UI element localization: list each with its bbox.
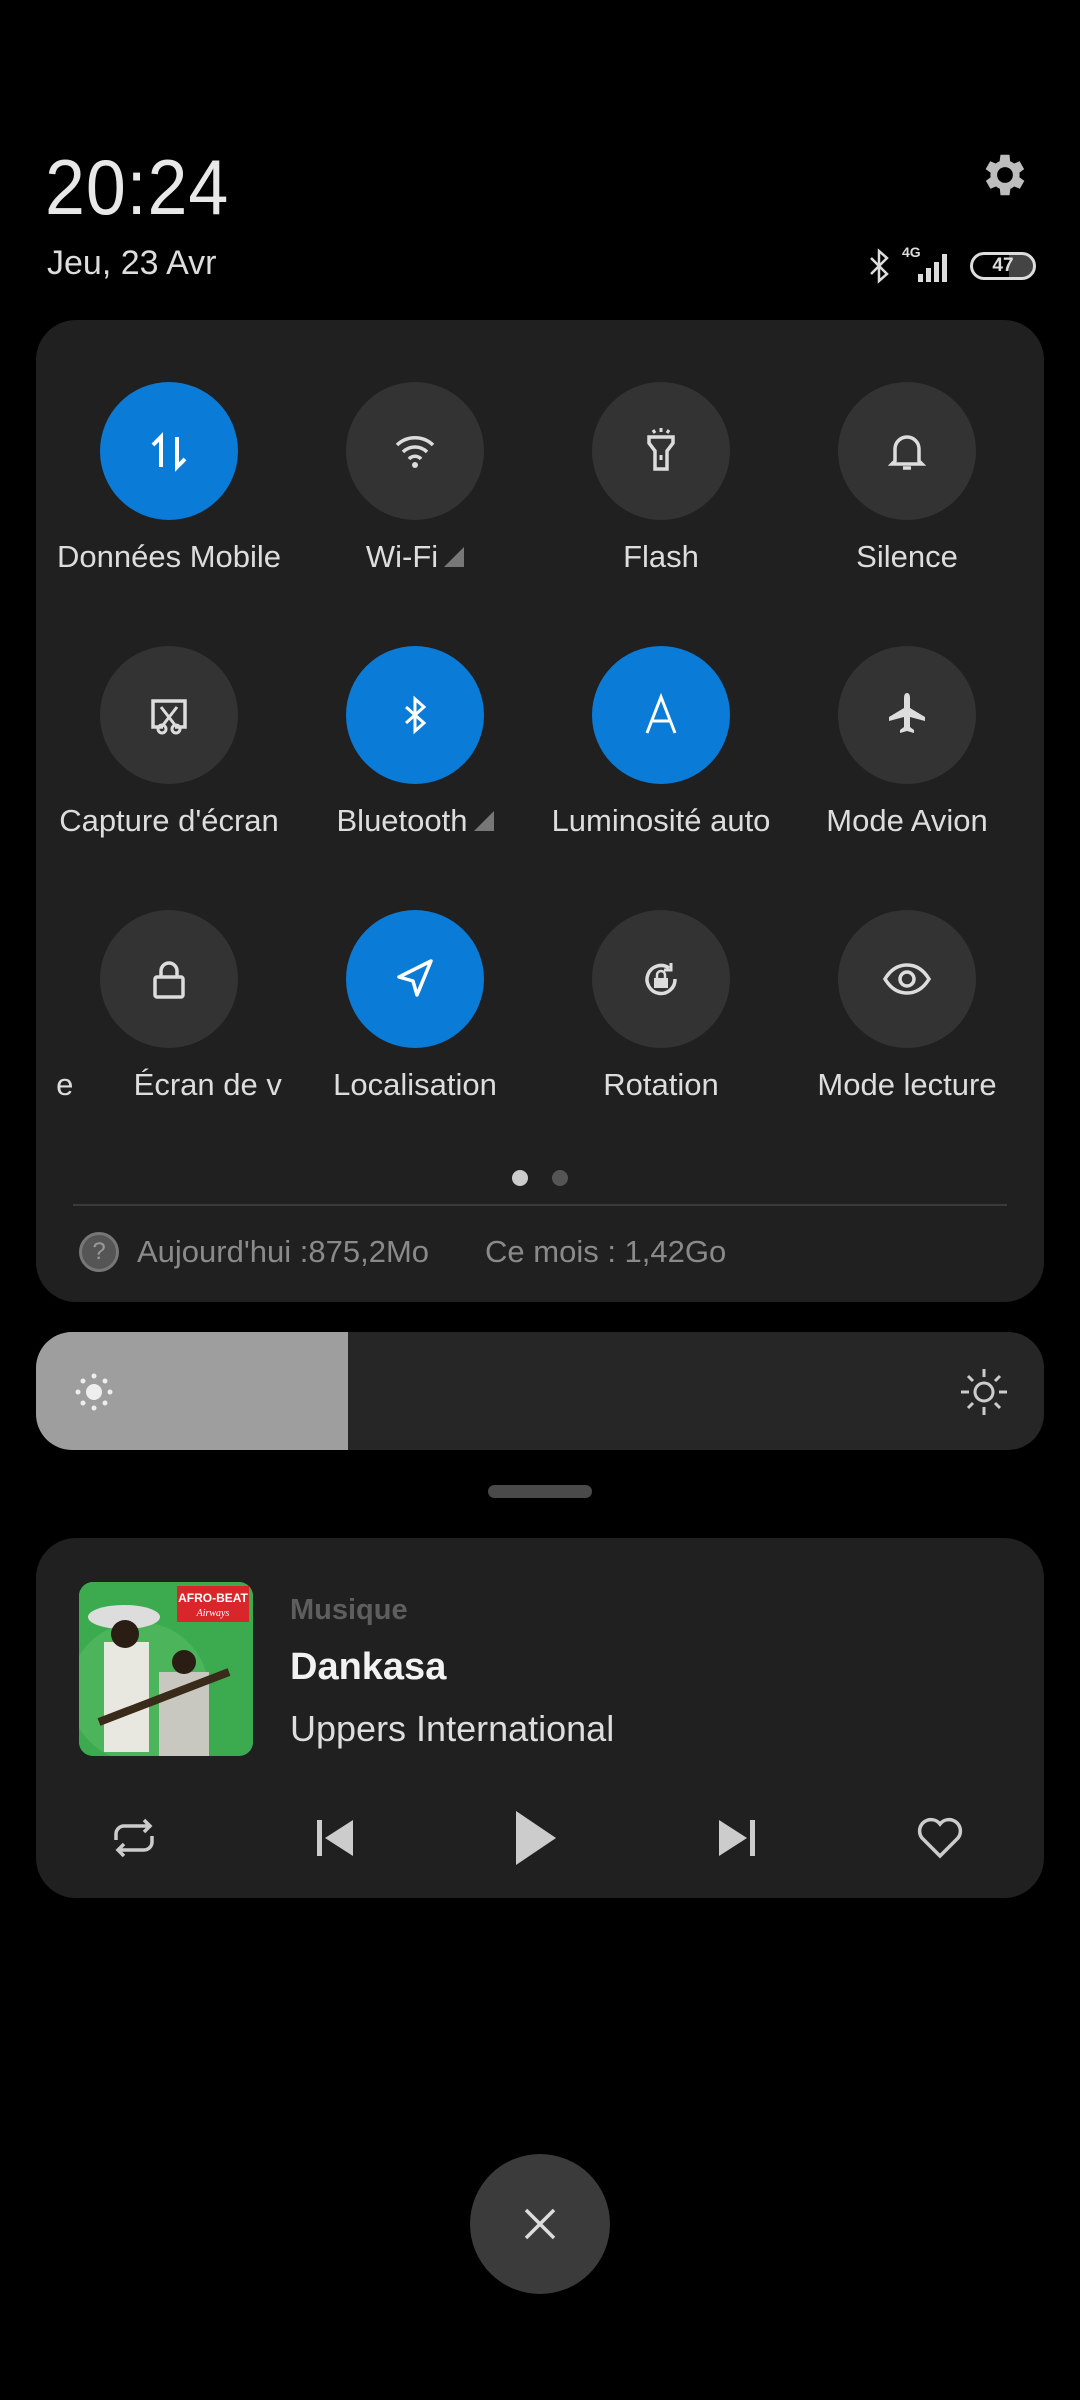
page-dot-active[interactable]	[512, 1170, 528, 1186]
tile-toggle[interactable]	[838, 910, 976, 1048]
close-button[interactable]	[470, 2154, 610, 2294]
divider	[73, 1204, 1007, 1206]
flashlight-icon	[647, 428, 675, 471]
tile-label: Wi-Fi	[286, 539, 544, 575]
screenshot-icon	[151, 699, 187, 735]
brightness-high-icon	[961, 1369, 1007, 1415]
brightness-slider[interactable]	[36, 1332, 1044, 1450]
rotation-lock-icon	[645, 963, 677, 996]
airplane-icon	[889, 693, 925, 733]
skip-previous-icon	[317, 1820, 353, 1856]
bell-icon	[887, 435, 927, 470]
tile-localisation[interactable]: Localisation	[292, 910, 538, 1140]
tile-label: Capture d'écran	[59, 803, 279, 838]
tile-toggle[interactable]	[592, 910, 730, 1048]
bluetooth-icon	[405, 695, 427, 735]
tile-toggle[interactable]	[592, 646, 730, 784]
tile-donn-es-mobile[interactable]: Données Mobile	[46, 382, 292, 612]
battery-indicator: 47	[970, 252, 1036, 280]
play-icon	[516, 1811, 556, 1865]
tile-capture-d-cran[interactable]: Capture d'écran	[46, 646, 292, 876]
tile-toggle[interactable]	[346, 910, 484, 1048]
mobile-data-icon	[151, 432, 187, 472]
tile-toggle[interactable]	[838, 382, 976, 520]
quick-settings-panel: Données Mobile Wi-Fi Flash Silence Capture d…	[36, 320, 1044, 1302]
expand-triangle-icon[interactable]	[473, 811, 494, 831]
tile-label: Mode lecture	[817, 1067, 997, 1102]
tile-label: Flash	[623, 539, 699, 574]
tile-toggle[interactable]	[592, 382, 730, 520]
data-usage[interactable]: ? Aujourd'hui :875,2Mo Ce mois : 1,42Go	[79, 1232, 726, 1272]
svg-text:Airways: Airways	[196, 1608, 230, 1619]
usage-month: Ce mois : 1,42Go	[485, 1234, 727, 1269]
tile-label: Luminosité auto	[551, 803, 771, 838]
tile-mode-lecture[interactable]: Mode lecture	[784, 910, 1030, 1140]
drag-handle[interactable]	[488, 1485, 592, 1498]
auto-brightness-icon	[645, 692, 677, 734]
date: Jeu, 23 Avr	[47, 244, 217, 282]
track-title: Dankasa	[290, 1646, 447, 1688]
favorite-button[interactable]	[908, 1806, 972, 1870]
tile-e-cran-de-v[interactable]: e Écran de v	[46, 910, 292, 1140]
eye-icon	[882, 963, 932, 995]
skip-next-icon	[719, 1820, 755, 1856]
tile-label: Silence	[856, 539, 958, 574]
tile-mode-avion[interactable]: Mode Avion	[784, 646, 1030, 876]
tile-label: Données Mobile	[56, 539, 282, 574]
media-notification[interactable]: AFRO-BEAT Airways Musique Dankasa Uppers…	[36, 1538, 1044, 1898]
wifi-icon	[395, 436, 435, 468]
tile-luminosit-auto[interactable]: Luminosité auto	[538, 646, 784, 876]
page-dot[interactable]	[552, 1170, 568, 1186]
media-app-name: Musique	[290, 1594, 408, 1626]
expand-triangle-icon[interactable]	[444, 547, 465, 567]
tile-toggle[interactable]	[100, 646, 238, 784]
tile-label: Rotation	[603, 1067, 719, 1102]
repeat-icon	[114, 1818, 154, 1858]
tile-rotation[interactable]: Rotation	[538, 910, 784, 1140]
tile-toggle[interactable]	[100, 910, 238, 1048]
close-icon	[524, 2208, 556, 2240]
lock-icon	[153, 961, 185, 999]
tile-bluetooth[interactable]: Bluetooth	[292, 646, 538, 876]
tile-label: e Écran de v	[56, 1067, 282, 1102]
heart-icon	[917, 1817, 963, 1859]
tile-toggle[interactable]	[346, 382, 484, 520]
location-icon	[397, 959, 433, 997]
usage-today: Aujourd'hui :875,2Mo	[137, 1234, 430, 1269]
settings-gear-icon[interactable]	[978, 148, 1032, 202]
tile-toggle[interactable]	[100, 382, 238, 520]
previous-button[interactable]	[303, 1806, 367, 1870]
tile-label: Mode Avion	[826, 803, 988, 838]
album-art: AFRO-BEAT Airways	[79, 1582, 253, 1756]
tile-label: Bluetooth	[286, 803, 544, 839]
clock: 20:24	[45, 143, 230, 231]
signal-icon: 4G	[902, 244, 958, 284]
status-icons: 4G 47	[868, 244, 1036, 286]
tile-toggle[interactable]	[838, 646, 976, 784]
play-button[interactable]	[503, 1806, 567, 1870]
tile-flash[interactable]: Flash	[538, 382, 784, 612]
repeat-button[interactable]	[102, 1806, 166, 1870]
tile-toggle[interactable]	[346, 646, 484, 784]
tile-silence[interactable]: Silence	[784, 382, 1030, 612]
brightness-low-icon	[75, 1373, 113, 1411]
help-icon: ?	[79, 1232, 119, 1272]
tile-label: Localisation	[333, 1067, 497, 1102]
svg-text:AFRO-BEAT: AFRO-BEAT	[178, 1591, 248, 1605]
bluetooth-status-icon	[870, 248, 889, 284]
next-button[interactable]	[705, 1806, 769, 1870]
track-artist: Uppers International	[290, 1708, 615, 1749]
tile-wi-fi[interactable]: Wi-Fi	[292, 382, 538, 612]
